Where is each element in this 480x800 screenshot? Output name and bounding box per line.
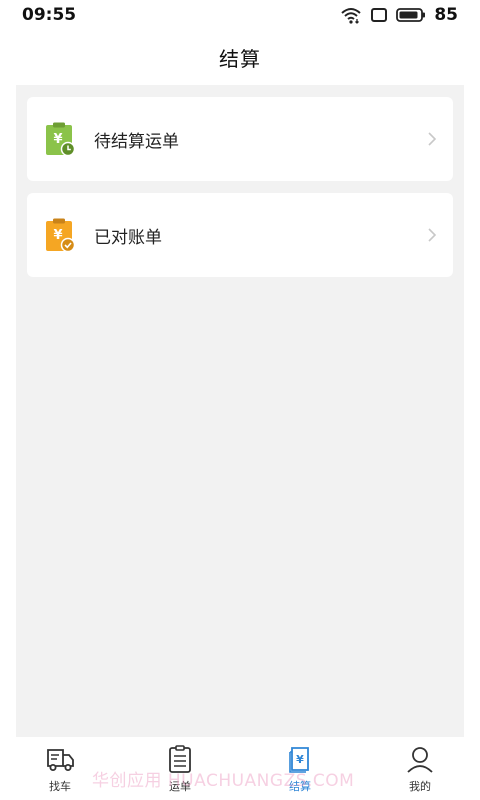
battery-level: 85 bbox=[434, 5, 458, 25]
svg-text:¥: ¥ bbox=[53, 228, 62, 243]
tab-label: 找车 bbox=[49, 780, 71, 793]
chevron-right-icon bbox=[428, 228, 437, 242]
settlement-icon: ¥ bbox=[289, 747, 309, 773]
chevron-right-icon bbox=[428, 132, 437, 146]
menu-item-label: 已对账单 bbox=[94, 227, 162, 248]
wifi-icon bbox=[341, 8, 361, 24]
profile-icon bbox=[407, 747, 433, 773]
page-title: 结算 bbox=[219, 47, 261, 71]
tab-label: 我的 bbox=[409, 780, 431, 793]
waybill-icon bbox=[169, 745, 191, 773]
tab-label: 结算 bbox=[289, 780, 311, 793]
truck-icon bbox=[47, 749, 74, 771]
status-icons: 85 bbox=[340, 5, 458, 25]
menu-item-reconciled-bill[interactable]: ¥ 已对账单 bbox=[27, 193, 453, 277]
svg-text:¥: ¥ bbox=[296, 753, 304, 766]
tab-settlement[interactable]: ¥ 结算 bbox=[240, 737, 360, 800]
screen-icon bbox=[371, 8, 388, 22]
pending-settlement-icon: ¥ bbox=[46, 122, 75, 156]
tab-label: 运单 bbox=[169, 780, 191, 793]
battery-icon bbox=[396, 8, 426, 22]
content-area: ¥ 待结算运单 ¥ 已对账单 bbox=[16, 85, 464, 737]
menu-item-label: 待结算运单 bbox=[94, 131, 179, 152]
reconciled-bill-icon: ¥ bbox=[46, 218, 75, 252]
status-time: 09:55 bbox=[22, 5, 77, 25]
title-bar: 结算 bbox=[0, 30, 480, 85]
menu-item-pending-settlement[interactable]: ¥ 待结算运单 bbox=[27, 97, 453, 181]
status-bar: 09:55 85 bbox=[0, 0, 480, 30]
svg-text:¥: ¥ bbox=[53, 132, 62, 147]
tab-profile[interactable]: 我的 bbox=[360, 737, 480, 800]
bottom-tab-bar: 找车 运单 ¥ 结算 我的 bbox=[0, 737, 480, 800]
tab-find-truck[interactable]: 找车 bbox=[0, 737, 120, 800]
tab-waybill[interactable]: 运单 bbox=[120, 737, 240, 800]
